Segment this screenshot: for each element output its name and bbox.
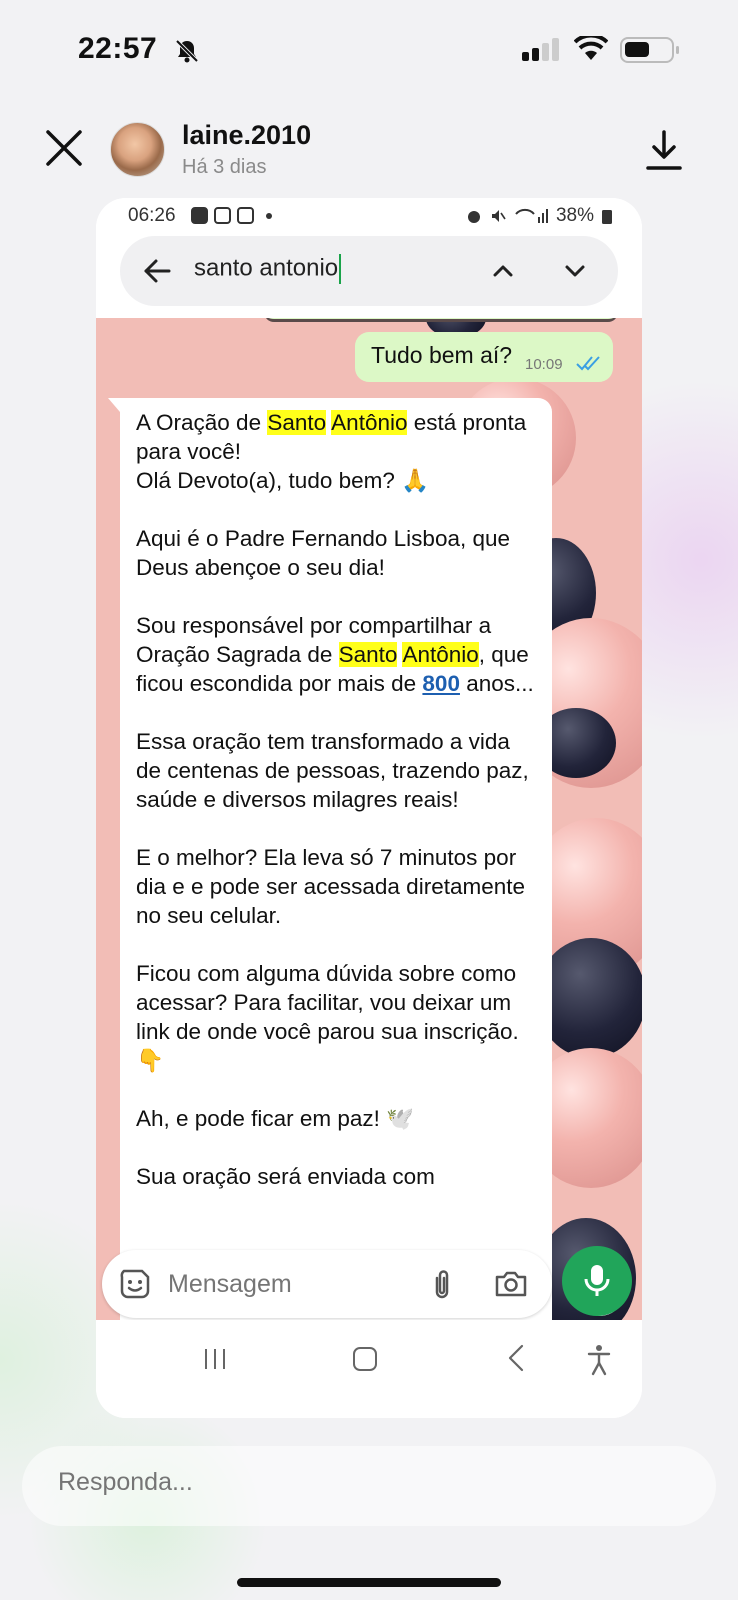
message-paragraph: Sua oração será enviada com bbox=[136, 1164, 435, 1189]
message-paragraph: Ah, e pode ficar em paz! 🕊️ bbox=[136, 1106, 415, 1131]
microphone-icon bbox=[584, 1265, 610, 1296]
message-paragraph: Aqui é o Padre Fernando Lisboa, que Deus… bbox=[136, 526, 511, 580]
previous-message-edge bbox=[264, 318, 618, 322]
avatar[interactable] bbox=[110, 122, 165, 177]
number-link[interactable]: 800 bbox=[422, 671, 460, 696]
sticker-icon[interactable] bbox=[118, 1267, 152, 1301]
instagram-icon bbox=[214, 207, 231, 224]
microphone-button[interactable] bbox=[562, 1246, 632, 1316]
outgoing-message-text: Tudo bem aí? bbox=[371, 342, 513, 368]
close-icon[interactable] bbox=[42, 126, 86, 170]
reply-input[interactable] bbox=[58, 1468, 618, 1497]
wifi-signal-icon bbox=[515, 208, 548, 223]
story-reply-bar bbox=[22, 1446, 716, 1526]
android-status-time: 06:26 bbox=[128, 205, 176, 226]
alarm-icon bbox=[467, 211, 480, 223]
more-notifications-icon bbox=[266, 212, 272, 219]
android-battery-level: 38% bbox=[555, 205, 594, 226]
home-icon[interactable] bbox=[352, 1346, 378, 1372]
camera-icon[interactable] bbox=[494, 1269, 528, 1299]
instagram-icon-2 bbox=[237, 207, 254, 224]
android-navigation-bar bbox=[96, 1320, 642, 1418]
outgoing-message-time: 10:09 bbox=[525, 356, 563, 373]
chat-area: Tudo bem aí? 10:09 A Oração de Santo Ant… bbox=[96, 318, 642, 1344]
android-status-bar: 06:26 38% bbox=[96, 198, 642, 234]
message-paragraph: Sou responsável por compartilhar a Oraçã… bbox=[136, 613, 534, 696]
message-paragraph: E o melhor? Ela leva só 7 minutos por di… bbox=[136, 845, 526, 928]
search-highlight: Santo bbox=[338, 642, 398, 667]
story-time-ago: Há 3 dias bbox=[182, 156, 267, 178]
battery-icon bbox=[620, 37, 679, 63]
message-composer bbox=[102, 1250, 552, 1318]
chevron-down-icon[interactable] bbox=[562, 258, 588, 284]
message-paragraph: Ficou com alguma dúvida sobre como acess… bbox=[136, 961, 519, 1073]
paperclip-icon[interactable] bbox=[428, 1268, 456, 1302]
bell-slash-icon bbox=[175, 39, 199, 63]
chevron-up-icon[interactable] bbox=[490, 258, 516, 284]
wifi-icon bbox=[574, 36, 608, 60]
recents-icon[interactable] bbox=[202, 1346, 228, 1372]
shared-screenshot: 06:26 38% santo antonio Tudo bem aí? 10:… bbox=[96, 198, 642, 1418]
double-check-icon bbox=[576, 356, 600, 371]
accessibility-icon[interactable] bbox=[586, 1344, 612, 1376]
message-paragraph: Olá Devoto(a), tudo bem? 🙏 bbox=[136, 468, 430, 493]
android-battery-icon bbox=[602, 210, 612, 224]
download-icon[interactable] bbox=[644, 128, 684, 172]
mute-icon bbox=[491, 210, 506, 222]
message-paragraph: A Oração de Santo Antônio está pronta pa… bbox=[136, 410, 527, 464]
chat-search-bar: santo antonio bbox=[120, 236, 618, 306]
message-paragraph: Essa oração tem transformado a vida de c… bbox=[136, 729, 529, 812]
status-time: 22:57 bbox=[78, 32, 158, 65]
nav-back-icon[interactable] bbox=[506, 1344, 526, 1372]
back-arrow-icon[interactable] bbox=[142, 257, 172, 285]
incoming-message[interactable]: A Oração de Santo Antônio está pronta pa… bbox=[108, 398, 552, 1338]
message-input[interactable] bbox=[168, 1270, 408, 1299]
search-highlight: Santo bbox=[267, 410, 327, 435]
search-input[interactable]: santo antonio bbox=[194, 254, 474, 284]
story-username[interactable]: laine.2010 bbox=[182, 120, 311, 151]
cellular-signal-icon bbox=[522, 38, 559, 61]
ios-status-bar: 22:57 bbox=[0, 0, 738, 100]
search-highlight: Antônio bbox=[331, 410, 408, 435]
check-notification-icon bbox=[191, 207, 208, 224]
search-highlight: Antônio bbox=[402, 642, 479, 667]
home-indicator[interactable] bbox=[237, 1578, 501, 1587]
outgoing-message[interactable]: Tudo bem aí? 10:09 bbox=[355, 332, 613, 382]
text-caret bbox=[339, 254, 342, 284]
